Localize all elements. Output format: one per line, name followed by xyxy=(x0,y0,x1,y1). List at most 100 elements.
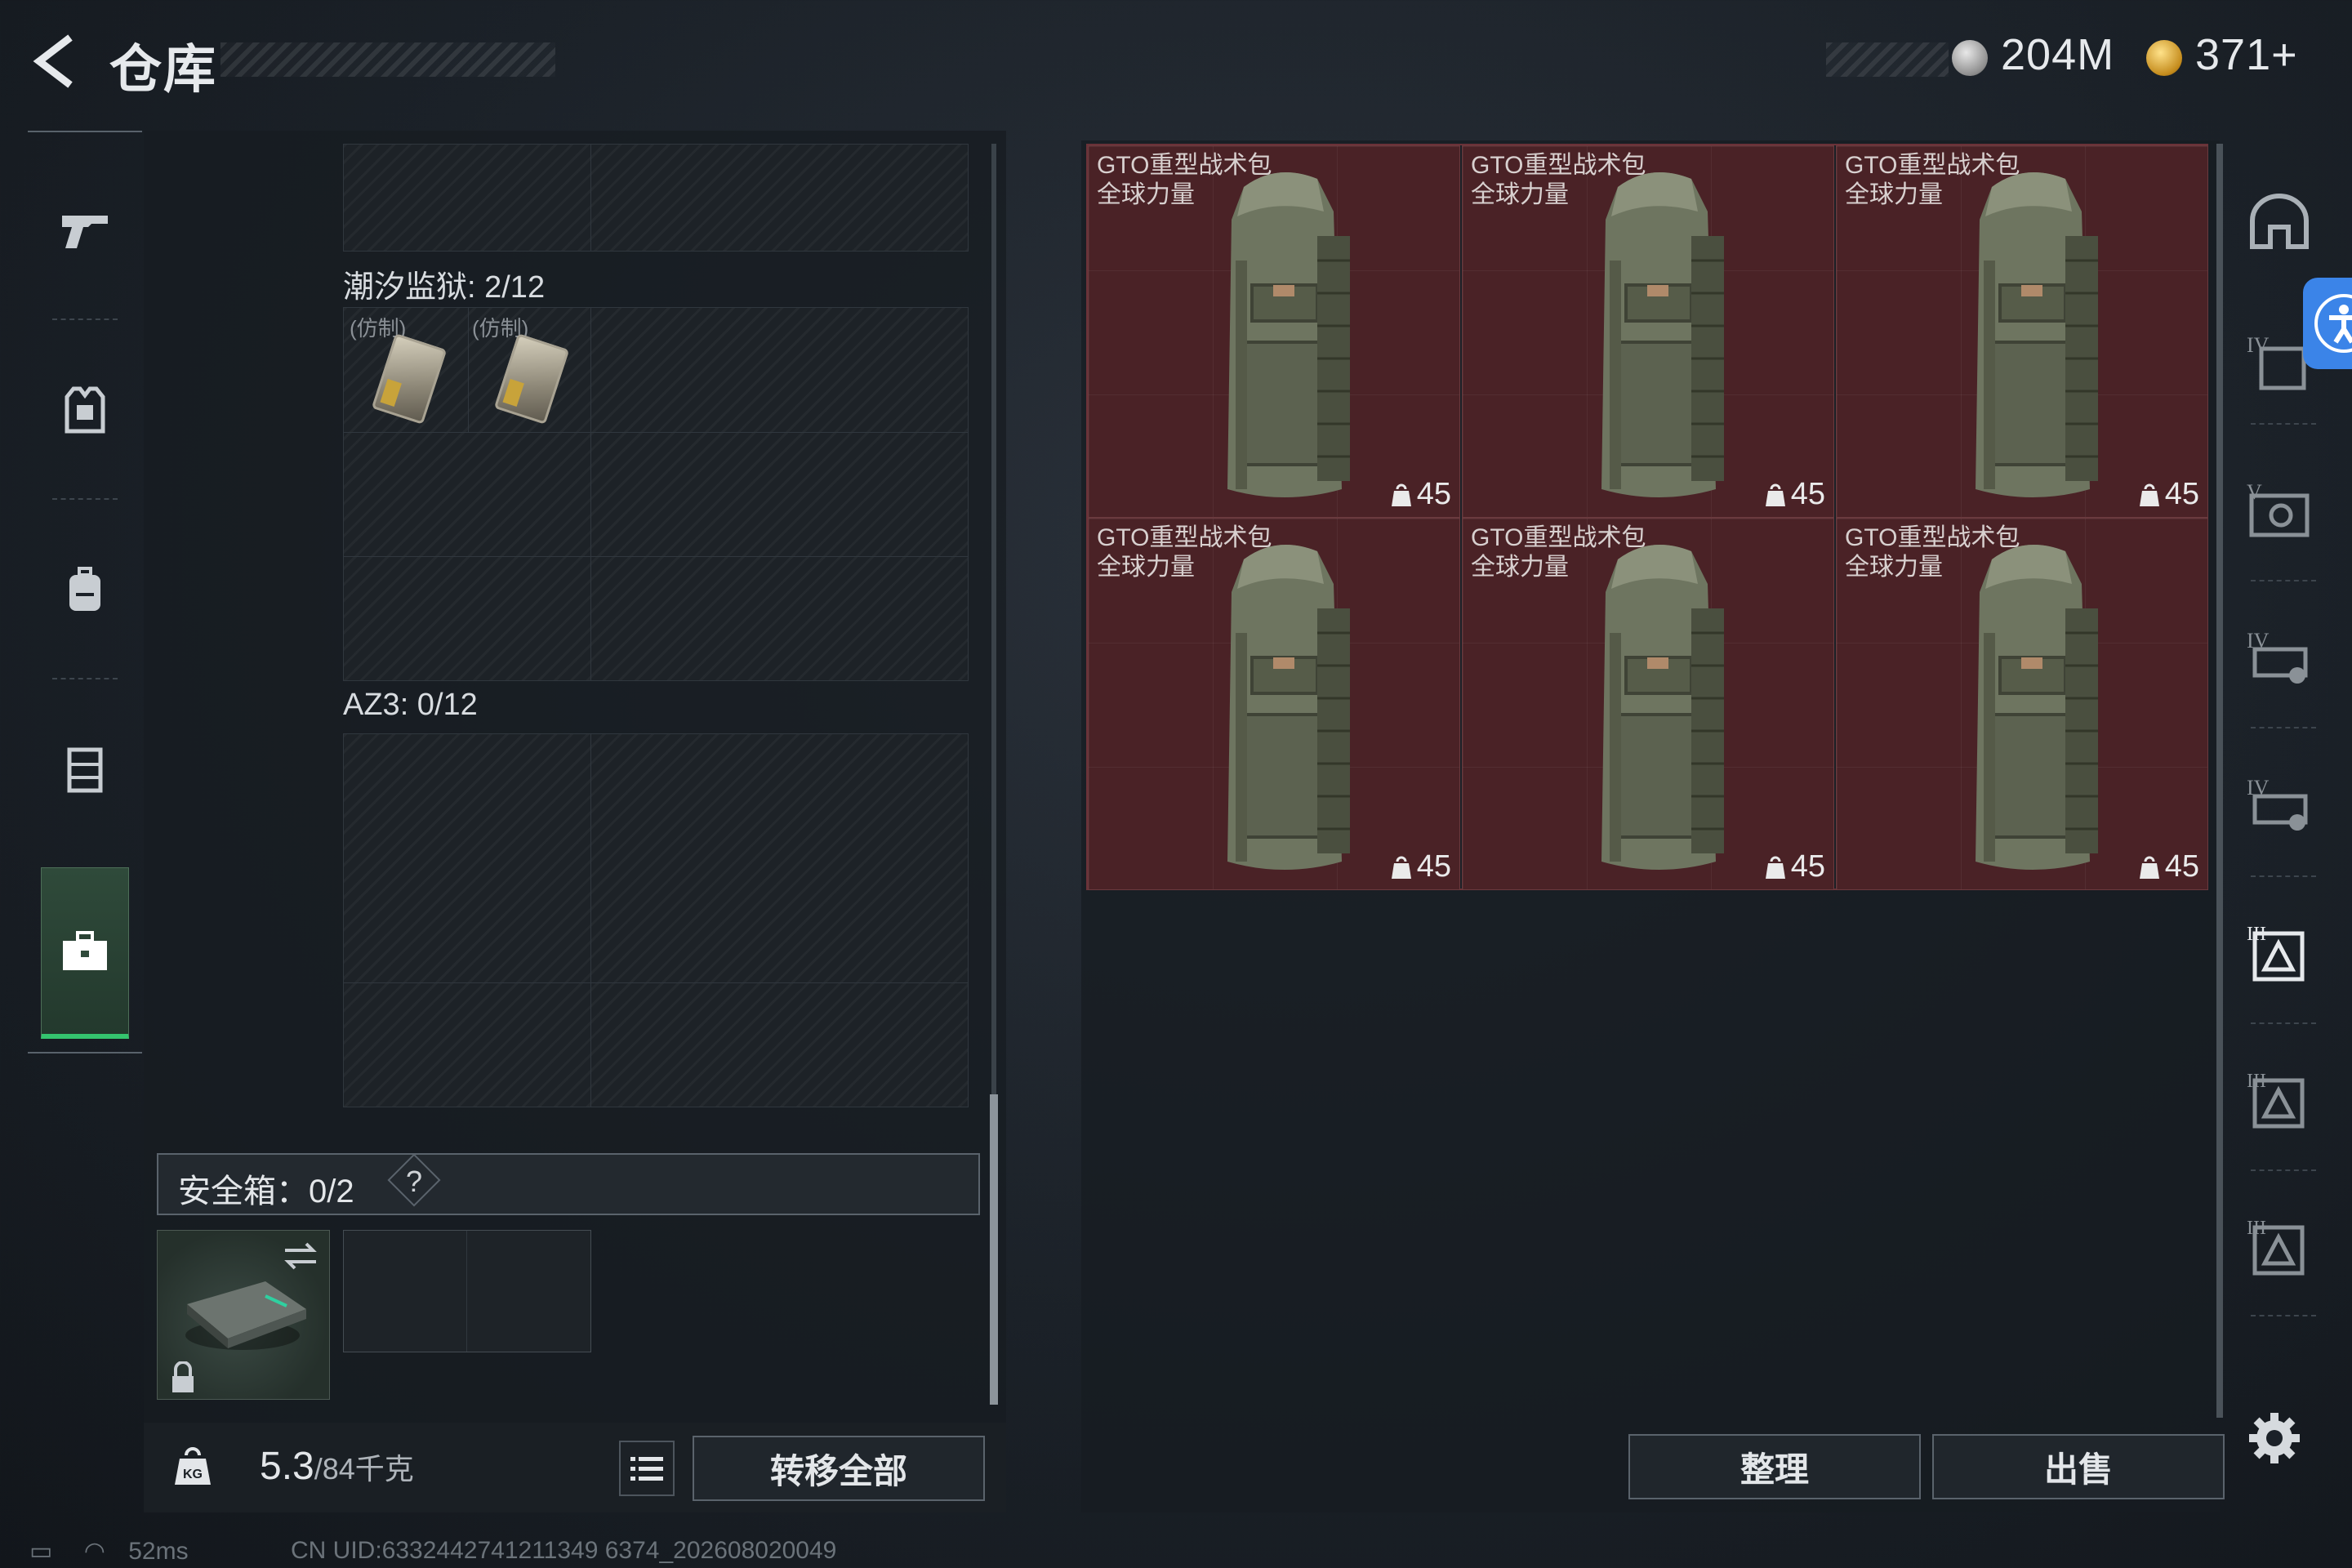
magazine-icon xyxy=(371,333,448,425)
rig-icon xyxy=(67,747,103,793)
item-name: GTO重型战术包 全球力量 xyxy=(1471,151,1646,210)
item-name-line1: GTO重型战术包 xyxy=(1097,152,1272,179)
weight-current: 5.3 xyxy=(260,1445,314,1488)
settings-gear-icon[interactable] xyxy=(2247,1411,2301,1465)
weight-icon xyxy=(1391,483,1411,506)
item-weight-value: 45 xyxy=(2164,477,2199,511)
container-grid-az3 xyxy=(343,733,969,1107)
backpack-iii-icon: III xyxy=(2247,1071,2305,1129)
page-title: 仓库 xyxy=(109,40,217,99)
item-weight-value: 45 xyxy=(1416,477,1451,511)
sort-button[interactable]: 整理 xyxy=(1628,1434,1921,1499)
item-name: GTO重型战术包 全球力量 xyxy=(1845,151,2020,210)
rig-iv-icon: IV xyxy=(2247,629,2308,684)
helmet-icon xyxy=(2250,194,2309,249)
item-name-line1: GTO重型战术包 xyxy=(1845,152,2020,179)
item-name: GTO重型战术包 全球力量 xyxy=(1845,523,2020,582)
item-weight: 45 xyxy=(1391,477,1451,512)
item-name-line2: 全球力量 xyxy=(1845,554,1943,581)
weight-icon xyxy=(1765,856,1785,879)
item-weight-value: 45 xyxy=(2164,849,2199,884)
magazine-icon xyxy=(493,333,570,425)
item-name-line1: GTO重型战术包 xyxy=(1845,524,2020,551)
wifi-icon: ◠ xyxy=(83,1538,105,1565)
gold-coin-icon xyxy=(2146,40,2182,76)
loadout-scroll-thumb[interactable] xyxy=(990,1094,998,1405)
accessibility-icon xyxy=(2314,294,2352,353)
nav-rig[interactable] xyxy=(28,688,142,851)
item-weight: 45 xyxy=(1765,849,1825,884)
weight-icon xyxy=(2139,856,2159,879)
item-weight: 45 xyxy=(1391,849,1451,884)
toolbox-icon xyxy=(63,930,107,970)
stash-item-card[interactable]: GTO重型战术包 全球力量 45 xyxy=(1836,145,2208,518)
backpack-image xyxy=(1976,172,2098,497)
rig-iv-icon: IV xyxy=(2247,776,2308,831)
lock-icon xyxy=(172,1361,194,1392)
stash-item-card[interactable]: GTO重型战术包 全球力量 45 xyxy=(1462,145,1834,518)
list-view-button[interactable] xyxy=(619,1441,675,1496)
safebox-icon xyxy=(185,1281,306,1350)
stash-item-card[interactable]: GTO重型战术包 全球力量 45 xyxy=(1088,145,1460,518)
currency-decoration xyxy=(1826,42,1949,77)
item-name: GTO重型战术包 全球力量 xyxy=(1097,523,1272,582)
stash-item-card[interactable]: GTO重型战术包 全球力量 45 xyxy=(1088,518,1460,890)
filter-backpack-iii-2[interactable]: III xyxy=(2234,1200,2324,1290)
stash-grid: GTO重型战术包 全球力量 45 GTO重型战术包 全球力量 45 GTO重型战… xyxy=(1086,144,2208,890)
backpack-image xyxy=(1227,172,1350,497)
filter-helmet[interactable] xyxy=(2234,176,2324,266)
filter-rig-iv[interactable]: IV xyxy=(2234,612,2324,702)
weight-readout: 5.3/84千克 xyxy=(260,1444,414,1489)
item-name-line1: GTO重型战术包 xyxy=(1097,524,1272,551)
safebox-container-slot[interactable] xyxy=(157,1230,330,1400)
network-status: ▭ ◠ 52ms xyxy=(29,1537,189,1566)
nav-backpack[interactable] xyxy=(28,508,142,671)
item-name-line1: GTO重型战术包 xyxy=(1471,524,1646,551)
silver-currency-amount: 204M xyxy=(2001,30,2115,79)
backpack-iii-icon: III xyxy=(2247,924,2305,982)
backpack-icon xyxy=(69,567,100,611)
item-name-line2: 全球力量 xyxy=(1845,181,1943,208)
stash-item-card[interactable]: GTO重型战术包 全球力量 45 xyxy=(1462,518,1834,890)
item-weight-value: 45 xyxy=(1790,849,1825,884)
item-weight: 45 xyxy=(1765,477,1825,512)
weight-icon xyxy=(1765,483,1785,506)
filter-backpack-iii[interactable]: III xyxy=(2234,1054,2324,1143)
container-label-az3: AZ3: 0/12 xyxy=(343,688,478,722)
inventory-item-magazine[interactable]: (仿制) xyxy=(469,310,590,431)
swap-icon[interactable] xyxy=(280,1239,321,1272)
filter-armor-v[interactable]: V xyxy=(2234,466,2324,555)
sell-button[interactable]: 出售 xyxy=(1932,1434,2225,1499)
item-weight: 45 xyxy=(2139,849,2199,884)
item-name: GTO重型战术包 全球力量 xyxy=(1097,151,1272,210)
weight-kg-icon: KG xyxy=(175,1447,211,1485)
help-icon[interactable]: ? xyxy=(406,1165,422,1199)
gold-currency-amount[interactable]: 371+ xyxy=(2195,29,2298,80)
stash-scrollbar[interactable] xyxy=(2216,144,2223,1418)
item-weight-value: 45 xyxy=(1416,849,1451,884)
armor-iv-icon: IV xyxy=(2247,333,2306,390)
inventory-item-magazine[interactable]: (仿制) xyxy=(346,310,467,431)
backpack-iii-icon: III xyxy=(2247,1218,2305,1276)
title-decoration xyxy=(220,42,555,77)
weight-max: /84千克 xyxy=(314,1452,414,1486)
uid-readout: CN UID:6332442741211349 6374_20260802004… xyxy=(291,1537,837,1564)
ping-readout: 52ms xyxy=(128,1538,189,1565)
item-name-line2: 全球力量 xyxy=(1097,181,1195,208)
back-arrow-icon[interactable] xyxy=(28,33,80,90)
svg-text:IV: IV xyxy=(2247,333,2270,357)
filter-rig-iv-2[interactable]: IV xyxy=(2234,760,2324,849)
nav-safebox[interactable] xyxy=(41,867,129,1039)
safebox-label: 安全箱：0/2 xyxy=(178,1174,354,1209)
nav-armor[interactable] xyxy=(28,328,142,492)
pistol-icon xyxy=(62,216,108,248)
transfer-all-button[interactable]: 转移全部 xyxy=(693,1436,985,1501)
backpack-image xyxy=(1976,545,2098,870)
svg-text:KG: KG xyxy=(183,1468,203,1481)
filter-backpack-iii-active[interactable]: III xyxy=(2234,906,2324,996)
nav-weapons[interactable] xyxy=(28,149,142,312)
item-weight: 45 xyxy=(2139,477,2199,512)
item-name-line1: GTO重型战术包 xyxy=(1471,152,1646,179)
accessibility-button[interactable] xyxy=(2303,278,2352,369)
stash-item-card[interactable]: GTO重型战术包 全球力量 45 xyxy=(1836,518,2208,890)
